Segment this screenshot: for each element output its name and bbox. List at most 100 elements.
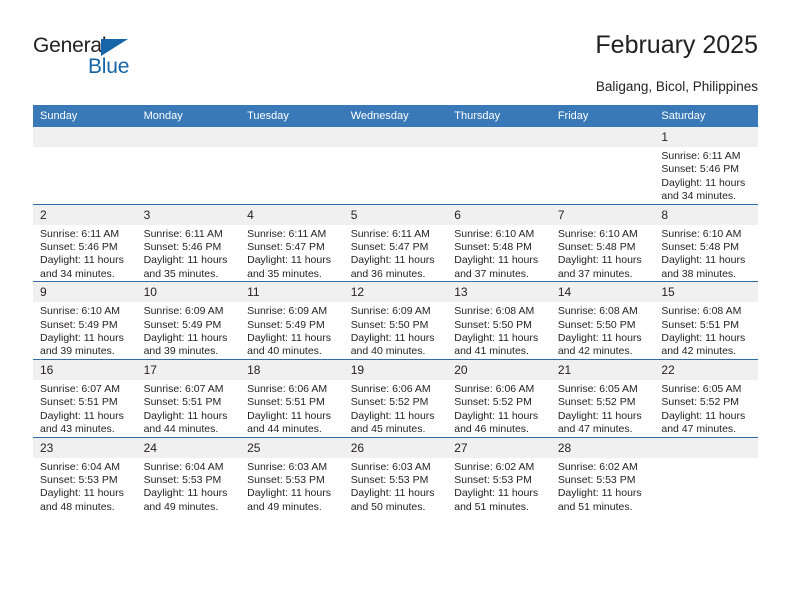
calendar-day-cell[interactable]: 7 Sunrise: 6:10 AM Sunset: 5:48 PM Daylight…	[550, 203, 655, 282]
sunrise-text: Sunrise: 6:06 AM	[247, 382, 328, 395]
calendar-day-cell[interactable]: 16 Sunrise: 6:07 AM Sunset: 5:51 PM Dayligh…	[33, 358, 137, 437]
sunrise-text: Sunrise: 6:10 AM	[661, 227, 742, 240]
calendar-page: General Blue February 2025 Baligang, Bic…	[0, 0, 792, 612]
triangle-icon	[101, 39, 128, 56]
daylight-text: Daylight: 11 hours and 41 minutes.	[454, 332, 539, 358]
calendar-week-row: 2 Sunrise: 6:11 AM Sunset: 5:46 PM Daylight…	[33, 203, 758, 282]
calendar-day-cell[interactable]: 23 Sunrise: 6:04 AM Sunset: 5:53 PM Dayligh…	[33, 436, 137, 515]
daylight-text: Daylight: 11 hours and 34 minutes.	[40, 254, 124, 280]
sun-info: Sunrise: 6:10 AM Sunset: 5:48 PM Daylight:…	[551, 225, 655, 282]
weekday-header-wednesday: Wednesday	[343, 105, 448, 127]
daylight-text: Daylight: 11 hours and 51 minutes.	[557, 487, 642, 513]
weekday-header-thursday: Thursday	[447, 105, 551, 127]
weekday-header-monday: Monday	[136, 105, 241, 127]
sunrise-text: Sunrise: 6:07 AM	[40, 382, 120, 395]
calendar-day-cell[interactable]: 18 Sunrise: 6:06 AM Sunset: 5:51 PM Dayligh…	[240, 358, 344, 437]
sunrise-text: Sunrise: 6:06 AM	[350, 382, 431, 395]
day-number: 9	[33, 282, 137, 303]
sunset-text: Sunset: 5:52 PM	[557, 396, 636, 409]
day-number: 3	[136, 204, 241, 225]
calendar-day-cell[interactable]: 26 Sunrise: 6:03 AM Sunset: 5:53 PM Dayligh…	[343, 436, 448, 515]
calendar-day-cell[interactable]: 6 Sunrise: 6:10 AM Sunset: 5:48 PM Daylight…	[447, 203, 551, 282]
calendar-day-cell-empty	[136, 127, 241, 205]
daylight-text: Daylight: 11 hours and 51 minutes.	[454, 487, 539, 513]
calendar-day-cell[interactable]: 12 Sunrise: 6:09 AM Sunset: 5:50 PM Dayligh…	[343, 281, 448, 360]
calendar-day-cell[interactable]: 5 Sunrise: 6:11 AM Sunset: 5:47 PM Daylight…	[343, 203, 448, 282]
day-number	[136, 127, 241, 147]
day-number: 6	[447, 204, 551, 225]
sunset-text: Sunset: 5:50 PM	[557, 318, 636, 331]
sun-info: Sunrise: 6:05 AM Sunset: 5:52 PM Daylight:…	[551, 380, 655, 437]
sunset-text: Sunset: 5:48 PM	[557, 241, 636, 254]
daylight-text: Daylight: 11 hours and 45 minutes.	[350, 409, 435, 436]
day-number	[33, 127, 137, 147]
calendar-day-cell-empty	[343, 127, 448, 205]
weekday-header-friday: Friday	[550, 105, 655, 127]
calendar-day-cell[interactable]: 8 Sunrise: 6:10 AM Sunset: 5:48 PM Daylight…	[654, 203, 758, 282]
day-number: 28	[550, 437, 655, 458]
day-number: 17	[136, 359, 241, 380]
sunrise-text: Sunrise: 6:02 AM	[454, 460, 535, 473]
calendar-day-cell[interactable]: 13 Sunrise: 6:08 AM Sunset: 5:50 PM Dayligh…	[447, 281, 551, 360]
daylight-text: Daylight: 11 hours and 37 minutes.	[454, 254, 539, 280]
day-number: 5	[343, 204, 448, 225]
sun-info: Sunrise: 6:11 AM Sunset: 5:47 PM Daylight:…	[344, 225, 448, 282]
sunset-text: Sunset: 5:46 PM	[40, 241, 118, 254]
day-number	[447, 127, 551, 147]
day-number: 25	[240, 437, 344, 458]
calendar-day-cell[interactable]: 14 Sunrise: 6:08 AM Sunset: 5:50 PM Dayligh…	[550, 281, 655, 360]
sunset-text: Sunset: 5:50 PM	[350, 318, 429, 331]
daylight-text: Daylight: 11 hours and 46 minutes.	[454, 409, 539, 436]
calendar-day-cell[interactable]: 17 Sunrise: 6:07 AM Sunset: 5:51 PM Dayligh…	[136, 358, 241, 437]
daylight-text: Daylight: 11 hours and 42 minutes.	[661, 332, 746, 358]
daylight-text: Daylight: 11 hours and 38 minutes.	[661, 254, 746, 280]
calendar-day-cell[interactable]: 28 Sunrise: 6:02 AM Sunset: 5:53 PM Dayligh…	[550, 436, 655, 515]
calendar-day-cell[interactable]: 24 Sunrise: 6:04 AM Sunset: 5:53 PM Dayligh…	[136, 436, 241, 515]
day-number: 22	[654, 359, 758, 380]
daylight-text: Daylight: 11 hours and 39 minutes.	[143, 332, 228, 358]
sunset-text: Sunset: 5:53 PM	[143, 473, 222, 486]
sun-info: Sunrise: 6:08 AM Sunset: 5:50 PM Daylight:…	[551, 302, 655, 359]
calendar-day-cell[interactable]: 22 Sunrise: 6:05 AM Sunset: 5:52 PM Dayligh…	[654, 358, 758, 437]
calendar-day-cell[interactable]: 25 Sunrise: 6:03 AM Sunset: 5:53 PM Dayligh…	[240, 436, 344, 515]
calendar-day-cell[interactable]: 10 Sunrise: 6:09 AM Sunset: 5:49 PM Dayligh…	[136, 281, 241, 360]
day-number: 16	[33, 359, 137, 380]
sunset-text: Sunset: 5:49 PM	[40, 318, 118, 331]
calendar-day-cell[interactable]: 20 Sunrise: 6:06 AM Sunset: 5:52 PM Dayligh…	[447, 358, 551, 437]
sunset-text: Sunset: 5:53 PM	[454, 473, 532, 486]
calendar-day-cell[interactable]: 4 Sunrise: 6:11 AM Sunset: 5:47 PM Daylight…	[240, 203, 344, 282]
sunrise-text: Sunrise: 6:11 AM	[40, 227, 120, 240]
calendar-day-cell[interactable]: 11 Sunrise: 6:09 AM Sunset: 5:49 PM Dayligh…	[240, 281, 344, 360]
weekday-header-saturday: Saturday	[654, 105, 758, 127]
day-number: 15	[654, 282, 758, 303]
calendar-week-row: 9 Sunrise: 6:10 AM Sunset: 5:49 PM Daylight…	[33, 281, 758, 360]
day-number: 21	[550, 359, 655, 380]
calendar-grid: Sunday Monday Tuesday Wednesday Thursday…	[33, 105, 758, 515]
daylight-text: Daylight: 11 hours and 35 minutes.	[247, 254, 331, 280]
sunrise-text: Sunrise: 6:04 AM	[40, 460, 120, 473]
calendar-day-cell[interactable]: 3 Sunrise: 6:11 AM Sunset: 5:46 PM Daylight…	[136, 203, 241, 282]
calendar-day-cell[interactable]: 27 Sunrise: 6:02 AM Sunset: 5:53 PM Dayligh…	[447, 436, 551, 515]
day-number: 18	[240, 359, 344, 380]
sunrise-text: Sunrise: 6:11 AM	[143, 227, 223, 240]
calendar-day-cell[interactable]: 21 Sunrise: 6:05 AM Sunset: 5:52 PM Dayligh…	[550, 358, 655, 437]
calendar-day-cell[interactable]: 1 Sunrise: 6:11 AM Sunset: 5:46 PM Daylight…	[654, 127, 758, 205]
logo-text-blue: Blue	[88, 55, 130, 78]
daylight-text: Daylight: 11 hours and 40 minutes.	[350, 332, 435, 358]
sunrise-text: Sunrise: 6:04 AM	[143, 460, 224, 473]
calendar-day-cell[interactable]: 2 Sunrise: 6:11 AM Sunset: 5:46 PM Daylight…	[33, 203, 137, 282]
sun-info: Sunrise: 6:03 AM Sunset: 5:53 PM Daylight:…	[344, 458, 448, 515]
sun-info: Sunrise: 6:09 AM Sunset: 5:50 PM Daylight:…	[344, 302, 448, 359]
day-number: 4	[240, 204, 344, 225]
calendar-day-cell[interactable]: 15 Sunrise: 6:08 AM Sunset: 5:51 PM Dayligh…	[654, 281, 758, 360]
day-number: 20	[447, 359, 551, 380]
calendar-day-cell[interactable]: 19 Sunrise: 6:06 AM Sunset: 5:52 PM Dayligh…	[343, 358, 448, 437]
sun-info: Sunrise: 6:11 AM Sunset: 5:46 PM Daylight:…	[137, 225, 241, 282]
sunset-text: Sunset: 5:50 PM	[454, 318, 532, 331]
daylight-text: Daylight: 11 hours and 42 minutes.	[557, 332, 642, 358]
calendar-day-cell[interactable]: 9 Sunrise: 6:10 AM Sunset: 5:49 PM Daylight…	[33, 281, 137, 360]
sunrise-text: Sunrise: 6:05 AM	[557, 382, 638, 395]
general-blue-logo[interactable]: General Blue	[33, 34, 193, 86]
day-number: 7	[550, 204, 655, 225]
sun-info: Sunrise: 6:04 AM Sunset: 5:53 PM Daylight:…	[137, 458, 241, 515]
